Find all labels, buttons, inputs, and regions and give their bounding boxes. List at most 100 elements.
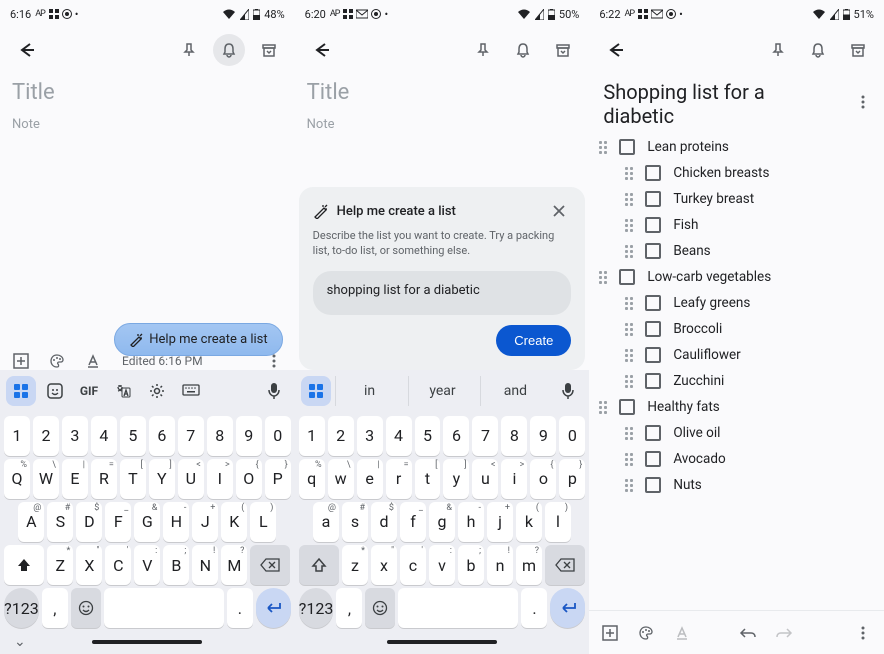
checkbox[interactable] (645, 217, 661, 233)
palette-button[interactable] (635, 622, 657, 644)
checkbox[interactable] (645, 243, 661, 259)
keyboard-apps-icon[interactable] (301, 376, 331, 406)
key-s[interactable]: s# (342, 502, 368, 542)
drag-handle-icon[interactable] (625, 245, 633, 258)
key-c[interactable]: c' (400, 545, 426, 585)
key-d[interactable]: d$ (371, 502, 397, 542)
suggestion-2[interactable]: year (408, 376, 477, 406)
mic-icon[interactable] (259, 376, 289, 406)
list-item[interactable]: Chicken breasts (589, 160, 884, 186)
key-7[interactable]: 7 (178, 416, 204, 456)
key-C[interactable]: C' (105, 545, 131, 585)
list-item[interactable]: Olive oil (589, 420, 884, 446)
list-item[interactable]: Beans (589, 238, 884, 264)
key-0[interactable]: 0 (265, 416, 291, 456)
key-V[interactable]: V: (134, 545, 160, 585)
note-input[interactable]: Note (307, 117, 578, 132)
checkbox[interactable] (645, 373, 661, 389)
list-item[interactable]: Low-carb vegetables (589, 264, 884, 290)
key-M[interactable]: M? (221, 545, 247, 585)
comma-key[interactable]: , (336, 588, 362, 628)
title-input[interactable]: Title (307, 80, 578, 105)
period-key[interactable]: . (227, 588, 253, 628)
key-E[interactable]: E| (62, 459, 88, 499)
key-Q[interactable]: Q% (4, 459, 30, 499)
drag-handle-icon[interactable] (625, 219, 633, 232)
key-e[interactable]: e| (357, 459, 383, 499)
key-k[interactable]: k( (516, 502, 542, 542)
archive-button[interactable] (253, 34, 285, 66)
key-4[interactable]: 4 (386, 416, 412, 456)
reminder-button[interactable] (507, 34, 539, 66)
pin-button[interactable] (467, 34, 499, 66)
keyboard-apps-icon[interactable] (6, 376, 36, 406)
close-button[interactable] (547, 199, 571, 223)
enter-key[interactable] (550, 588, 585, 628)
emoji-key[interactable] (365, 588, 395, 628)
key-v[interactable]: v: (429, 545, 455, 585)
checkbox[interactable] (645, 165, 661, 181)
note-input[interactable]: Note (12, 117, 283, 132)
backspace-key[interactable] (545, 545, 585, 585)
drag-handle-icon[interactable] (625, 453, 633, 466)
key-T[interactable]: T[ (120, 459, 146, 499)
keyboard-collapse-icon[interactable]: ⌄ (14, 634, 26, 650)
pin-button[interactable] (173, 34, 205, 66)
key-N[interactable]: N! (192, 545, 218, 585)
key-p[interactable]: p} (559, 459, 585, 499)
backspace-key[interactable] (250, 545, 290, 585)
key-t[interactable]: t[ (415, 459, 441, 499)
help-input[interactable]: shopping list for a diabetic (313, 271, 572, 315)
drag-handle-icon[interactable] (625, 323, 633, 336)
drag-handle-icon[interactable] (625, 193, 633, 206)
key-L[interactable]: L) (250, 502, 276, 542)
home-indicator[interactable] (92, 640, 202, 644)
checkbox[interactable] (645, 191, 661, 207)
key-2[interactable]: 2 (328, 416, 354, 456)
key-1[interactable]: 1 (299, 416, 325, 456)
key-7[interactable]: 7 (472, 416, 498, 456)
key-q[interactable]: q% (299, 459, 325, 499)
key-a[interactable]: a@ (313, 502, 339, 542)
sticker-icon[interactable] (40, 376, 70, 406)
key-0[interactable]: 0 (559, 416, 585, 456)
drag-handle-icon[interactable] (625, 479, 633, 492)
drag-handle-icon[interactable] (599, 271, 607, 284)
key-h[interactable]: h- (458, 502, 484, 542)
key-F[interactable]: F_ (105, 502, 131, 542)
create-button[interactable]: Create (496, 325, 571, 356)
key-n[interactable]: n! (487, 545, 513, 585)
list-item[interactable]: Healthy fats (589, 394, 884, 420)
key-A[interactable]: A@ (18, 502, 44, 542)
settings-icon[interactable] (142, 376, 172, 406)
key-8[interactable]: 8 (501, 416, 527, 456)
list-item[interactable]: Turkey breast (589, 186, 884, 212)
checkbox[interactable] (645, 347, 661, 363)
key-H[interactable]: H- (163, 502, 189, 542)
key-1[interactable]: 1 (4, 416, 30, 456)
drag-handle-icon[interactable] (625, 349, 633, 362)
key-y[interactable]: y] (443, 459, 469, 499)
enter-key[interactable] (256, 588, 291, 628)
reminder-button[interactable] (213, 34, 245, 66)
key-R[interactable]: R= (91, 459, 117, 499)
key-8[interactable]: 8 (207, 416, 233, 456)
key-W[interactable]: W\ (33, 459, 59, 499)
list-item[interactable]: Avocado (589, 446, 884, 472)
pin-button[interactable] (762, 34, 794, 66)
key-l[interactable]: l) (545, 502, 571, 542)
gif-button[interactable]: GIF (74, 376, 104, 406)
checkbox[interactable] (645, 321, 661, 337)
key-b[interactable]: b; (458, 545, 484, 585)
key-o[interactable]: o{ (530, 459, 556, 499)
checkbox[interactable] (619, 399, 635, 415)
undo-button[interactable] (737, 622, 759, 644)
key-u[interactable]: u< (472, 459, 498, 499)
back-button[interactable] (599, 34, 631, 66)
more-button[interactable] (852, 91, 874, 113)
key-9[interactable]: 9 (530, 416, 556, 456)
key-r[interactable]: r= (386, 459, 412, 499)
list-item[interactable]: Broccoli (589, 316, 884, 342)
key-X[interactable]: X" (76, 545, 102, 585)
list-item[interactable]: Cauliflower (589, 342, 884, 368)
